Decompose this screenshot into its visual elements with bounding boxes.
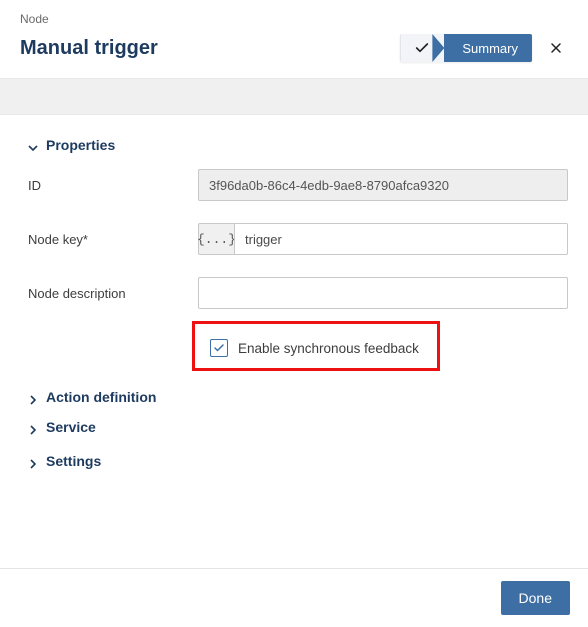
sync-feedback-label: Enable synchronous feedback [238,341,419,356]
breadcrumb: Node [20,12,568,26]
sync-feedback-checkbox[interactable] [210,339,228,357]
check-icon [213,342,225,354]
id-label: ID [28,178,198,193]
expression-icon[interactable]: {...} [198,223,234,255]
node-key-label: Node key* [28,232,198,247]
section-properties-label: Properties [46,137,115,153]
summary-toggle[interactable]: Summary [400,34,532,62]
page-title: Manual trigger [20,37,158,60]
section-settings-label: Settings [46,453,101,469]
node-desc-field[interactable] [198,277,568,309]
chevron-right-icon [28,422,38,432]
id-field [198,169,568,201]
close-button[interactable] [544,36,568,60]
section-action-definition[interactable]: Action definition [28,389,568,405]
section-service-label: Service [46,419,96,435]
node-desc-label: Node description [28,286,198,301]
section-properties[interactable]: Properties [28,137,568,153]
summary-label: Summary [444,34,532,62]
chevron-right-icon [28,456,38,466]
close-icon [548,40,564,56]
node-key-field[interactable] [234,223,568,255]
chevron-right-icon [28,392,38,402]
chevron-down-icon [28,140,38,150]
done-button[interactable]: Done [501,581,570,615]
toolbar-placeholder [0,79,588,115]
section-service[interactable]: Service [28,419,568,435]
section-action-definition-label: Action definition [46,389,156,405]
section-settings[interactable]: Settings [28,453,568,469]
